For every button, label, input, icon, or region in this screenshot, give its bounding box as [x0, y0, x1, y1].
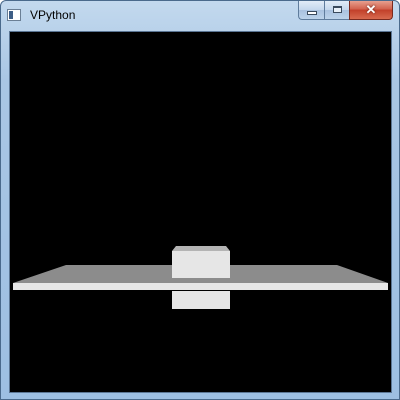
maximize-button[interactable]	[324, 1, 349, 20]
floor-front-edge	[13, 283, 388, 290]
scene-canvas[interactable]	[9, 31, 392, 393]
minimize-button[interactable]	[298, 1, 324, 20]
title-bar[interactable]: VPython ✕	[1, 1, 399, 30]
window-title: VPython	[30, 8, 76, 22]
window-controls: ✕	[298, 1, 393, 21]
box-upper-part	[172, 251, 230, 278]
app-window-icon[interactable]	[7, 9, 21, 21]
close-button[interactable]: ✕	[349, 1, 393, 20]
vpython-window: VPython ✕	[0, 0, 400, 400]
maximize-icon	[333, 6, 342, 13]
box-lower-part	[172, 291, 230, 309]
3d-scene	[13, 246, 388, 309]
close-icon: ✕	[365, 2, 377, 17]
minimize-icon	[308, 12, 316, 14]
box-top-face	[172, 246, 230, 251]
